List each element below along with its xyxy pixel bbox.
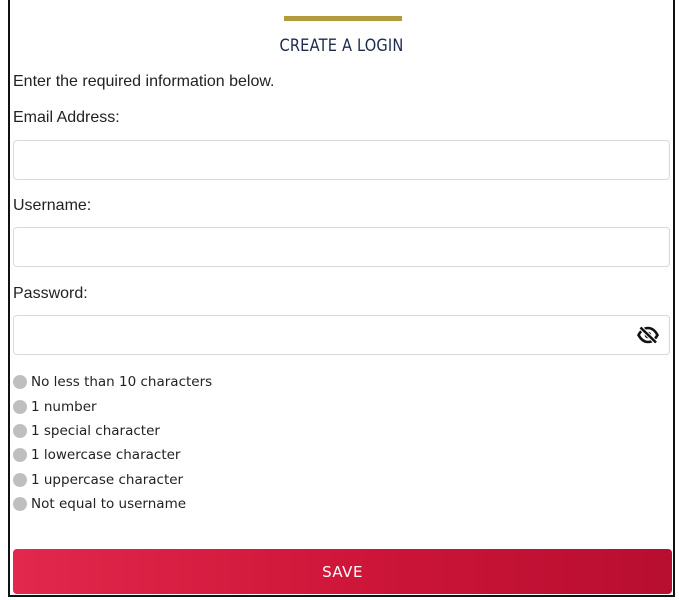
create-login-panel: CREATE A LOGIN Enter the required inform…: [8, 0, 675, 597]
requirement-item: No less than 10 characters: [13, 370, 212, 394]
accent-bar: [284, 16, 402, 21]
requirement-item: 1 number: [13, 394, 212, 418]
email-label: Email Address:: [13, 109, 120, 126]
requirement-text: No less than 10 characters: [31, 374, 213, 391]
status-dot-icon: [13, 448, 27, 463]
requirement-text: 1 special character: [31, 422, 160, 439]
password-label: Password:: [13, 285, 88, 302]
username-field[interactable]: [13, 227, 670, 267]
page-title: CREATE A LOGIN: [279, 36, 404, 56]
email-field[interactable]: [13, 140, 670, 180]
requirement-text: Not equal to username: [31, 496, 187, 513]
eye-slash-icon[interactable]: [637, 325, 659, 345]
status-dot-icon: [13, 497, 27, 512]
status-dot-icon: [13, 423, 27, 438]
status-dot-icon: [13, 399, 27, 414]
save-button[interactable]: SAVE: [13, 549, 672, 594]
requirement-item: 1 lowercase character: [13, 443, 212, 467]
requirement-text: 1 uppercase character: [31, 471, 184, 488]
requirement-item: Not equal to username: [13, 492, 212, 516]
requirement-item: 1 special character: [13, 419, 212, 443]
requirement-text: 1 lowercase character: [31, 447, 181, 464]
requirement-text: 1 number: [31, 398, 97, 415]
requirement-item: 1 uppercase character: [13, 468, 212, 492]
username-label: Username:: [13, 197, 92, 214]
status-dot-icon: [13, 472, 27, 487]
status-dot-icon: [13, 375, 27, 390]
intro-text: Enter the required information below.: [13, 73, 275, 90]
password-requirements: No less than 10 characters 1 number 1 sp…: [13, 370, 212, 516]
password-field[interactable]: [13, 315, 670, 355]
